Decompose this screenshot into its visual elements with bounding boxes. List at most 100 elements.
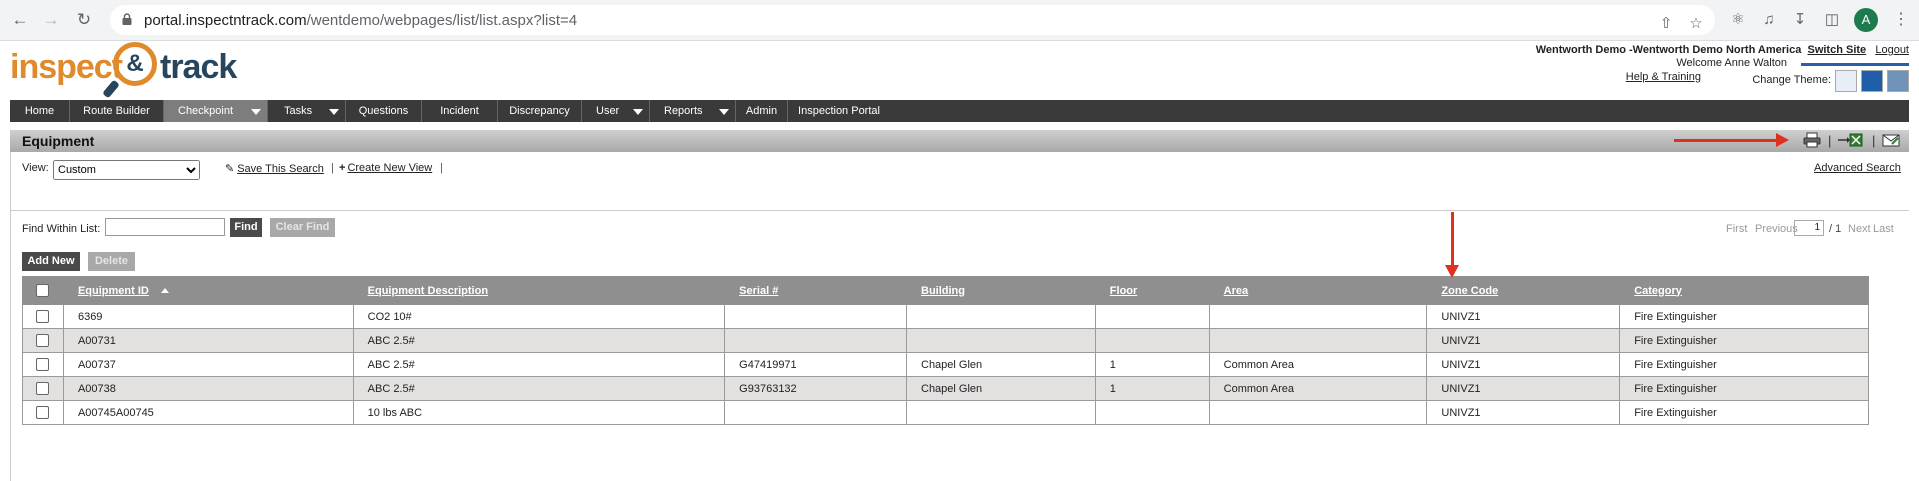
column-header[interactable]: Category bbox=[1619, 276, 1869, 305]
email-icon[interactable] bbox=[1882, 132, 1900, 148]
pager-next[interactable]: Next bbox=[1848, 223, 1871, 235]
column-header[interactable]: Equipment ID bbox=[62, 276, 354, 305]
download-icon[interactable]: ↧ bbox=[1790, 10, 1810, 30]
menu-discrepancy[interactable]: Discrepancy bbox=[498, 100, 582, 122]
toolbar-separator: | bbox=[1872, 133, 1876, 148]
row-checkbox[interactable] bbox=[36, 406, 50, 419]
menu-route-builder[interactable]: Route Builder bbox=[70, 100, 164, 122]
table-cell: Chapel Glen bbox=[906, 352, 1096, 377]
equipment-id-link[interactable]: 6369 bbox=[78, 311, 102, 323]
menu-home[interactable]: Home bbox=[10, 100, 70, 122]
forward-icon[interactable]: → bbox=[40, 9, 62, 31]
table-cell: Chapel Glen bbox=[906, 376, 1096, 401]
select-all-checkbox[interactable] bbox=[36, 284, 50, 297]
share-icon[interactable]: ⇧ bbox=[1656, 14, 1676, 34]
find-button[interactable]: Find bbox=[230, 218, 262, 237]
column-header[interactable]: Floor bbox=[1094, 276, 1210, 305]
theme-swatch-blue[interactable] bbox=[1861, 70, 1883, 92]
add-new-button[interactable]: Add New bbox=[22, 252, 80, 271]
menu-incident[interactable]: Incident bbox=[422, 100, 498, 122]
column-header[interactable]: Serial # bbox=[724, 276, 907, 305]
page-title: Equipment bbox=[22, 133, 95, 149]
table-cell: UNIVZ1 bbox=[1426, 304, 1621, 329]
star-icon[interactable]: ☆ bbox=[1686, 14, 1706, 34]
row-select-cell bbox=[22, 352, 64, 377]
table-cell: 1 bbox=[1094, 352, 1210, 377]
table-cell: A00738 bbox=[62, 376, 354, 401]
table-cell: UNIVZ1 bbox=[1426, 400, 1621, 425]
menu-checkpoint[interactable]: Checkpoint bbox=[164, 100, 268, 122]
table-row: 6369 CO2 10# UNIVZ1 Fire Extinguisher bbox=[22, 304, 1869, 329]
table-cell: UNIVZ1 bbox=[1426, 376, 1621, 401]
menu-inspection-portal[interactable]: Inspection Portal bbox=[788, 100, 890, 122]
pager-last[interactable]: Last bbox=[1873, 223, 1894, 235]
table-cell: Fire Extinguisher bbox=[1619, 400, 1869, 425]
pager-previous[interactable]: Previous bbox=[1755, 223, 1798, 235]
media-icon[interactable]: ♫ bbox=[1759, 10, 1779, 30]
menu-admin[interactable]: Admin bbox=[736, 100, 788, 122]
advanced-search-link[interactable]: Advanced Search bbox=[1814, 162, 1901, 174]
logo-text-right: track bbox=[160, 48, 237, 86]
table-cell bbox=[906, 304, 1096, 329]
delete-button[interactable]: Delete bbox=[88, 252, 135, 271]
reload-icon[interactable]: ↻ bbox=[73, 9, 95, 31]
table-cell bbox=[906, 328, 1096, 353]
view-select[interactable]: Custom bbox=[53, 160, 200, 180]
row-select-cell bbox=[22, 328, 64, 353]
profile-avatar[interactable]: A bbox=[1854, 8, 1878, 32]
table-cell: G93763132 bbox=[724, 376, 907, 401]
menu-reports[interactable]: Reports bbox=[650, 100, 736, 122]
menu-questions[interactable]: Questions bbox=[346, 100, 422, 122]
row-checkbox[interactable] bbox=[36, 334, 50, 347]
equipment-id-link[interactable]: A00738 bbox=[78, 383, 116, 395]
address-bar[interactable]: portal.inspectntrack.com/wentdemo/webpag… bbox=[110, 5, 1715, 35]
chevron-down-icon bbox=[633, 109, 643, 115]
back-icon[interactable]: ← bbox=[9, 9, 31, 31]
theme-swatch-light[interactable] bbox=[1835, 70, 1857, 92]
column-header[interactable]: Zone Code bbox=[1426, 276, 1621, 305]
menu-tasks[interactable]: Tasks bbox=[268, 100, 346, 122]
app-logo[interactable]: inspect & track bbox=[10, 42, 240, 100]
export-excel-icon[interactable] bbox=[1837, 132, 1863, 148]
pager-first[interactable]: First bbox=[1726, 223, 1747, 235]
table-cell bbox=[1094, 304, 1210, 329]
switch-site-link[interactable]: Switch Site bbox=[1807, 44, 1866, 56]
find-input[interactable] bbox=[105, 218, 225, 236]
table-cell: Fire Extinguisher bbox=[1619, 352, 1869, 377]
table-cell: 1 bbox=[1094, 376, 1210, 401]
menu-kebab-icon[interactable]: ⋮ bbox=[1893, 9, 1909, 29]
table-cell: Fire Extinguisher bbox=[1619, 328, 1869, 353]
column-header[interactable]: Equipment Description bbox=[352, 276, 726, 305]
side-panel-icon[interactable]: ◫ bbox=[1822, 10, 1842, 30]
column-header[interactable]: Building bbox=[906, 276, 1096, 305]
annotation-arrow-print bbox=[1674, 139, 1780, 142]
table-cell: Common Area bbox=[1208, 352, 1428, 377]
pencil-icon: ✎ bbox=[225, 163, 235, 175]
equipment-id-link[interactable]: A00737 bbox=[78, 359, 116, 371]
row-select-cell bbox=[22, 376, 64, 401]
save-search-link[interactable]: ✎ Save This Search bbox=[225, 162, 324, 175]
row-checkbox[interactable] bbox=[36, 310, 50, 323]
menu-user[interactable]: User bbox=[582, 100, 650, 122]
row-checkbox[interactable] bbox=[36, 358, 50, 371]
page-number-input[interactable]: 1 bbox=[1794, 220, 1824, 236]
table-cell: ABC 2.5# bbox=[352, 376, 726, 401]
table-header-row: Equipment ID Equipment Description Seria… bbox=[22, 276, 1869, 305]
create-view-link[interactable]: + Create New View bbox=[339, 162, 432, 174]
help-training-link[interactable]: Help & Training bbox=[1626, 71, 1701, 83]
extensions-icon[interactable]: ⚛ bbox=[1728, 10, 1748, 30]
row-select-cell bbox=[22, 304, 64, 329]
table-cell: 6369 bbox=[62, 304, 354, 329]
divider bbox=[10, 210, 1909, 211]
row-checkbox[interactable] bbox=[36, 382, 50, 395]
logout-link[interactable]: Logout bbox=[1875, 44, 1909, 56]
column-header[interactable]: Area bbox=[1208, 276, 1428, 305]
equipment-id-link[interactable]: A00745A00745 bbox=[78, 407, 154, 419]
theme-accent-bar bbox=[1801, 63, 1909, 66]
theme-swatch-steel[interactable] bbox=[1887, 70, 1909, 92]
table-cell bbox=[724, 400, 907, 425]
equipment-id-link[interactable]: A00731 bbox=[78, 335, 116, 347]
print-icon[interactable] bbox=[1803, 132, 1821, 148]
table-cell: UNIVZ1 bbox=[1426, 328, 1621, 353]
clear-find-button[interactable]: Clear Find bbox=[270, 218, 335, 237]
